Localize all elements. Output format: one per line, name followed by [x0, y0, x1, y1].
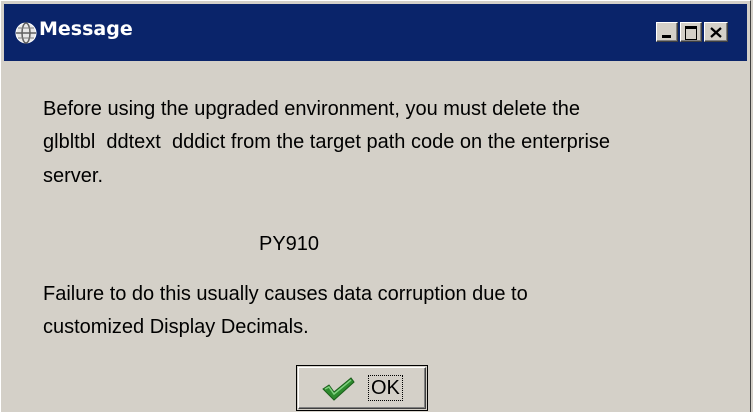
maximize-button[interactable]: [680, 22, 702, 42]
minimize-button[interactable]: [656, 22, 678, 42]
maximize-icon: [685, 26, 697, 40]
message-line-2: glbltbl ddtext dddict from the target pa…: [43, 131, 611, 153]
message-dialog: Message Before using the upgraded enviro…: [0, 0, 751, 412]
message-line-1: Before using the upgraded environment, y…: [43, 98, 581, 120]
ok-button-label: OK: [368, 375, 403, 401]
message-line-4: Failure to do this usually causes data c…: [43, 283, 528, 305]
ok-button-face: OK: [298, 367, 426, 409]
message-line-3: server.: [43, 165, 104, 187]
path-code-value: PY910: [259, 233, 320, 255]
message-line-5: customized Display Decimals.: [43, 316, 309, 338]
window-title: Message: [39, 18, 133, 40]
close-icon: [710, 27, 722, 38]
close-button[interactable]: [704, 22, 728, 42]
minimize-icon: [662, 35, 671, 38]
globe-icon: [14, 21, 38, 45]
checkmark-icon: [321, 376, 355, 407]
ok-button[interactable]: OK: [296, 365, 428, 411]
title-bar[interactable]: Message: [4, 4, 747, 61]
